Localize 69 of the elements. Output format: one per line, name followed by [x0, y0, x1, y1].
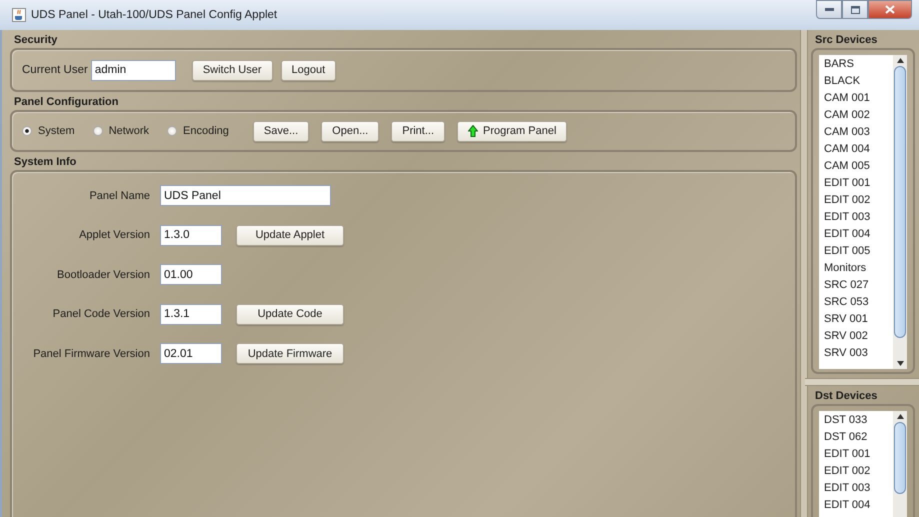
device-item[interactable]: BARS [824, 56, 893, 73]
device-item[interactable]: CAM 001 [824, 90, 893, 107]
device-item[interactable]: SRC 027 [824, 277, 893, 294]
java-cup-icon [12, 8, 26, 22]
maximize-icon [850, 6, 860, 14]
device-item[interactable]: EDIT 003 [824, 209, 893, 226]
device-item[interactable]: BLACK [824, 73, 893, 90]
version-field[interactable]: 1.3.0 [160, 224, 222, 246]
device-item[interactable]: SRC 053 [824, 294, 893, 311]
close-button[interactable] [868, 0, 912, 19]
scrollbar[interactable] [893, 55, 907, 369]
field-label: Panel Firmware Version [33, 348, 150, 360]
device-item[interactable]: SRV 003 [824, 345, 893, 362]
field-label: Panel Name [89, 190, 150, 202]
user-field[interactable]: admin [90, 60, 176, 80]
device-item[interactable]: EDIT 001 [824, 175, 893, 192]
splitter[interactable] [805, 378, 919, 386]
mode-radio[interactable]: Network [92, 125, 150, 137]
splitter[interactable] [800, 30, 808, 517]
action-button[interactable]: Logout [280, 60, 336, 80]
version-field[interactable]: 01.00 [160, 264, 222, 286]
device-item[interactable]: EDIT 001 [824, 446, 893, 463]
device-item[interactable]: SRV 002 [824, 328, 893, 345]
mode-radio[interactable]: Encoding [167, 125, 229, 137]
field-label: Current User [22, 64, 88, 76]
action-button[interactable]: Program Panel [457, 120, 568, 142]
version-field[interactable]: 1.3.1 [160, 304, 222, 325]
device-item[interactable]: DST 062 [824, 429, 893, 446]
update-button[interactable]: Update Firmware [236, 343, 344, 364]
device-item[interactable]: SRV 001 [824, 311, 893, 328]
device-item[interactable]: CAM 005 [824, 158, 893, 175]
field-label: Panel Code Version [52, 308, 150, 320]
device-item[interactable]: CAM 004 [824, 141, 893, 158]
device-item[interactable]: Monitors [824, 260, 893, 277]
minimize-button[interactable] [816, 0, 842, 19]
update-button[interactable]: Update Applet [236, 224, 344, 246]
field-label: Applet Version [79, 229, 150, 242]
action-button[interactable]: Save... [252, 120, 310, 142]
section-title: Security [13, 33, 58, 48]
device-item[interactable]: EDIT 003 [824, 480, 893, 497]
device-item[interactable]: DST 033 [824, 412, 893, 429]
device-item[interactable]: EDIT 005 [824, 243, 893, 260]
device-item[interactable]: EDIT 004 [824, 497, 893, 514]
scroll-up-icon [896, 414, 904, 419]
scroll-up-icon [896, 58, 904, 63]
device-item[interactable]: EDIT 004 [824, 226, 893, 243]
scrollbar[interactable] [893, 411, 907, 517]
window-title: UDS Panel - Utah-100/UDS Panel Config Applet [31, 9, 278, 21]
list-title: Src Devices [814, 33, 878, 48]
section-title: Panel Configuration [13, 95, 120, 110]
minimize-icon [824, 8, 834, 11]
device-item[interactable]: CAM 003 [824, 124, 893, 141]
update-button[interactable]: Update Code [236, 304, 344, 325]
action-button[interactable]: Switch User [192, 60, 273, 80]
version-field[interactable]: UDS Panel [160, 185, 331, 206]
maximize-button[interactable] [842, 0, 868, 19]
device-item[interactable]: CAM 002 [824, 107, 893, 124]
scroll-down-icon [896, 361, 904, 366]
close-icon [885, 5, 895, 14]
list-title: Dst Devices [814, 389, 878, 404]
section-title: System Info [13, 155, 78, 170]
version-field[interactable]: 02.01 [160, 343, 222, 364]
device-item[interactable]: EDIT 002 [824, 192, 893, 209]
action-button[interactable]: Print... [391, 120, 446, 142]
mode-radio[interactable]: System [22, 125, 75, 137]
field-label: Bootloader Version [57, 268, 150, 281]
device-item[interactable]: EDIT 002 [824, 463, 893, 480]
up-arrow-icon [468, 125, 478, 137]
action-button[interactable]: Open... [321, 120, 380, 142]
